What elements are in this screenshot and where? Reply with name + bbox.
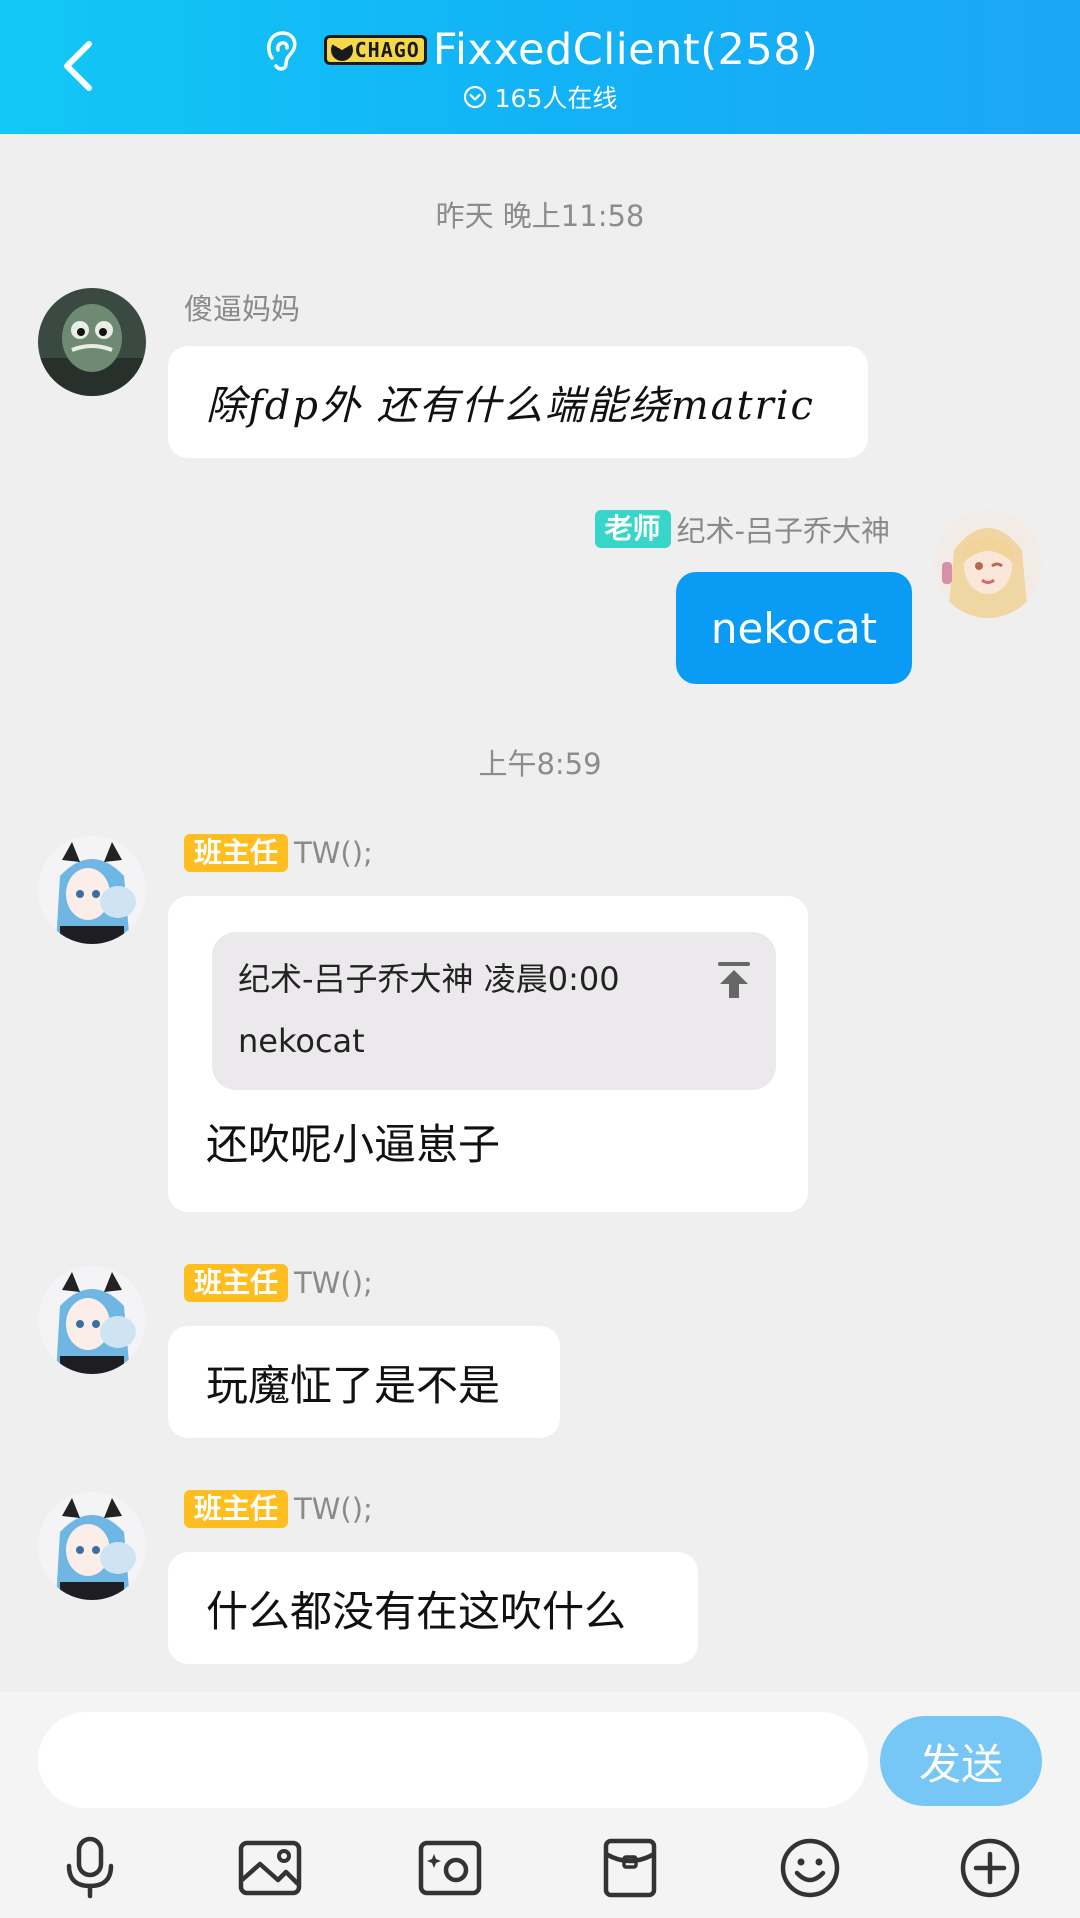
role-tag: 老师 [594,510,671,548]
avatar-image [38,288,146,396]
quote-text: nekocat [238,1022,365,1060]
sender-name: 老师 纪术-吕子乔大神 [594,508,890,550]
jump-to-top-icon[interactable] [716,960,752,1000]
check-circle-icon [463,85,486,109]
avatar[interactable] [38,1266,146,1374]
send-button[interactable]: 发送 [880,1716,1042,1806]
quoted-message[interactable]: 纪术-吕子乔大神 凌晨0:00 nekocat [212,932,776,1090]
pacman-icon [330,39,353,61]
sender-name: 傻逼妈妈 [184,286,300,328]
quote-meta: 纪术-吕子乔大神 凌晨0:00 [238,960,620,998]
message-text: nekocat [710,603,878,653]
sender-name-text: 傻逼妈妈 [184,292,301,326]
input-bar: 发送 [0,1692,1080,1918]
message-bubble[interactable]: 除fdp外 还有什么端能绕matric [168,346,868,458]
camera-icon [418,1840,482,1896]
avatar-image [38,1492,146,1600]
online-count: 165人在线 [0,80,1080,114]
red-packet-icon [603,1838,657,1898]
sender-name-text: 纪术-吕子乔大神 [676,514,890,548]
ear-icon [266,31,297,71]
avatar[interactable] [38,1492,146,1600]
message-bubble[interactable]: 什么都没有在这吹什么 [168,1552,698,1664]
sender-name-text: TW(); [294,1266,373,1300]
message-bubble[interactable]: 玩魔怔了是不是 [168,1326,560,1438]
image-icon [238,1840,302,1896]
message-text: 玩魔怔了是不是 [206,1360,501,1410]
camera-button[interactable] [414,1832,486,1904]
more-button[interactable] [954,1832,1026,1904]
emoji-button[interactable] [774,1832,846,1904]
avatar[interactable] [38,288,146,396]
timestamp: 上午8:59 [478,747,602,781]
sender-name-text: TW(); [294,836,373,870]
group-title[interactable]: CHAGO FixxedClient(258) [0,20,1080,80]
group-logo-text: CHAGO [354,38,420,62]
avatar-image [934,510,1042,618]
online-count-text: 165人在线 [494,84,618,113]
voice-button[interactable] [54,1832,126,1904]
avatar-image [38,1266,146,1374]
role-tag: 班主任 [184,834,289,872]
avatar[interactable] [38,836,146,944]
sender-name-text: TW(); [294,1492,373,1526]
message-text: 还吹呢小逼崽子 [206,1120,501,1169]
plus-icon [960,1838,1020,1898]
group-name: FixxedClient(258) [432,25,819,75]
group-logo: CHAGO [323,35,427,65]
avatar-image [38,836,146,944]
sender-name: 班主任 TW(); [184,834,373,872]
message-text: 什么都没有在这吹什么 [206,1586,627,1636]
message-text: 除fdp外 还有什么端能绕matric [206,383,815,429]
microphone-icon [66,1836,114,1899]
role-tag: 班主任 [184,1264,289,1302]
message-bubble[interactable]: nekocat [676,572,912,684]
sender-name: 班主任 TW(); [184,1264,373,1302]
role-tag: 班主任 [184,1490,289,1528]
timestamp: 昨天 晚上11:58 [435,199,645,233]
photo-button[interactable] [234,1832,306,1904]
emoji-icon [780,1838,840,1898]
avatar[interactable] [934,510,1042,618]
sender-name: 班主任 TW(); [184,1490,373,1528]
chat-header: CHAGO FixxedClient(258) 165人在线 [0,0,1080,134]
message-input[interactable] [38,1712,868,1808]
red-packet-button[interactable] [594,1832,666,1904]
